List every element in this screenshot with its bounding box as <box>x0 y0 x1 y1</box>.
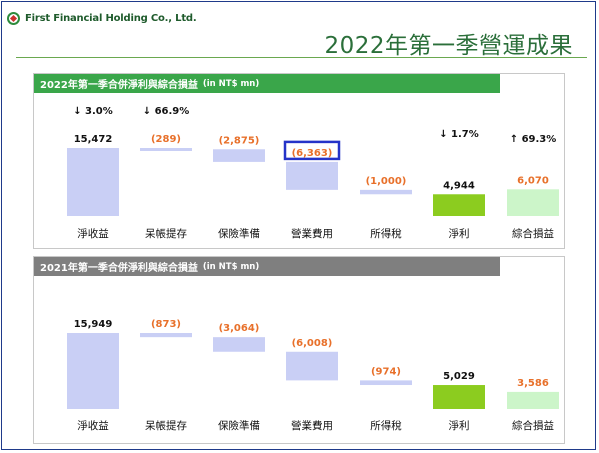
chart-title-2022: 2022年第一季合併淨利與綜合損益 <box>40 80 198 91</box>
waterfall-chart-2021: 15,949 淨收益 (873) 呆帳提存 (3,064) 保險準備 (6,008) 營業費用… <box>67 319 559 432</box>
waterfall-chart-2022: 15,472 淨收益 (289) 呆帳提存 (2,875) 保險準備 (6,363) 營業費用… <box>67 106 559 240</box>
category-label-綜合損益: 綜合損益 <box>512 227 554 240</box>
bar-呆帳提存 <box>140 333 192 338</box>
chart-panel-2022: 15,472 淨收益 (289) 呆帳提存 (2,875) 保險準備 (6,363) 營業費用… <box>33 73 565 249</box>
value-label-營業費用: (6,008) <box>292 338 333 349</box>
bar-營業費用 <box>286 351 338 381</box>
category-label-呆帳提存: 呆帳提存 <box>145 227 187 240</box>
change-label-淨利: ↓ 1.7% <box>439 129 479 140</box>
category-label-保險準備: 保險準備 <box>218 227 260 240</box>
value-label-綜合損益: 6,070 <box>517 175 549 186</box>
value-label-營業費用: (6,363) <box>292 148 333 159</box>
value-label-綜合損益: 3,586 <box>517 378 549 389</box>
category-label-所得稅: 所得稅 <box>370 420 402 432</box>
category-label-淨收益: 淨收益 <box>77 227 109 240</box>
logo-emblem-icon <box>7 11 20 25</box>
value-label-淨利: 5,029 <box>443 371 475 382</box>
category-label-綜合損益: 綜合損益 <box>512 419 554 432</box>
chart-panel-2021: 15,949 淨收益 (873) 呆帳提存 (3,064) 保險準備 (6,008) 營業費用… <box>33 256 565 444</box>
chart-unit-2021: (in NT$ mn) <box>202 261 260 272</box>
chart-header-2022: 2022年第一季合併淨利與綜合損益 (in NT$ mn) <box>34 74 500 93</box>
change-label-呆帳提存: ↓ 66.9% <box>143 106 190 117</box>
bar-保險準備 <box>213 149 265 162</box>
category-label-保險準備: 保險準備 <box>218 419 260 432</box>
bar-綜合損益 <box>507 189 559 216</box>
bar-保險準備 <box>213 337 265 352</box>
category-label-淨收益: 淨收益 <box>77 419 109 432</box>
company-name: First Financial Holding Co., Ltd. <box>25 12 197 24</box>
bar-淨利 <box>433 385 485 409</box>
title-divider <box>16 57 587 58</box>
chart-header-2021: 2021年第一季合併淨利與綜合損益 (in NT$ mn) <box>34 257 500 276</box>
value-label-淨收益: 15,949 <box>74 319 113 330</box>
bar-淨收益 <box>67 148 119 216</box>
value-label-所得稅: (974) <box>371 366 401 377</box>
bar-營業費用 <box>286 161 338 190</box>
change-label-淨收益: ↓ 3.0% <box>73 106 113 117</box>
value-label-淨利: 4,944 <box>443 180 475 191</box>
value-label-所得稅: (1,000) <box>366 176 407 187</box>
category-label-營業費用: 營業費用 <box>291 227 333 240</box>
bar-所得稅 <box>360 380 412 386</box>
change-label-綜合損益: ↑ 69.3% <box>510 134 557 145</box>
bar-淨利 <box>433 194 485 216</box>
page-title: 2022年第一季營運成果 <box>324 33 573 59</box>
chart-unit-2022: (in NT$ mn) <box>202 78 260 89</box>
bar-所得稅 <box>360 189 412 195</box>
chart-title-2021: 2021年第一季合併淨利與綜合損益 <box>40 263 198 274</box>
bar-綜合損益 <box>507 391 559 409</box>
value-label-淨收益: 15,472 <box>74 134 113 145</box>
category-label-所得稅: 所得稅 <box>370 228 402 240</box>
value-label-保險準備: (2,875) <box>219 135 260 146</box>
category-label-淨利: 淨利 <box>449 228 470 240</box>
value-label-呆帳提存: (873) <box>151 319 181 330</box>
category-label-淨利: 淨利 <box>449 420 470 432</box>
value-label-呆帳提存: (289) <box>151 134 181 145</box>
company-logo: First Financial Holding Co., Ltd. <box>7 9 197 27</box>
category-label-營業費用: 營業費用 <box>291 419 333 432</box>
bar-呆帳提存 <box>140 148 192 151</box>
category-label-呆帳提存: 呆帳提存 <box>145 419 187 432</box>
value-label-保險準備: (3,064) <box>219 323 260 334</box>
bar-淨收益 <box>67 333 119 409</box>
